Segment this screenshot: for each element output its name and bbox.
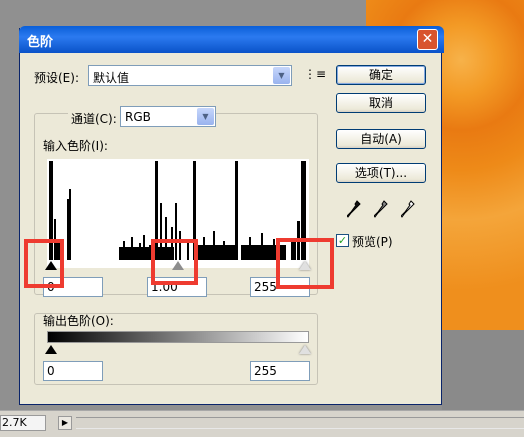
status-bar: 2.7K ▶ <box>0 410 524 437</box>
channel-value: RGB <box>125 110 151 124</box>
close-button[interactable]: ✕ <box>417 29 438 50</box>
checkmark-icon: ✓ <box>337 234 348 247</box>
title-bar[interactable]: 色阶 ✕ <box>19 26 444 53</box>
dialog-title: 色阶 <box>27 35 54 50</box>
black-eyedropper-icon[interactable] <box>347 200 361 218</box>
preset-value: 默认值 <box>93 71 130 85</box>
menu-icon[interactable]: ⋮≡ <box>304 67 326 81</box>
levels-dialog: 色阶 ✕ 预设(E): 默认值 ▼ ⋮≡ 通道(C): RGB ▼ 输入色阶(I… <box>19 26 444 405</box>
chevron-down-icon: ▼ <box>197 108 214 125</box>
output-gradient <box>47 331 309 343</box>
ok-button[interactable]: 确定 <box>336 65 426 85</box>
annotation-highlight-white <box>276 238 334 289</box>
annotation-highlight-black <box>24 239 64 288</box>
gray-eyedropper-icon[interactable] <box>374 200 388 218</box>
cancel-button[interactable]: 取消 <box>336 93 426 113</box>
annotation-highlight-gamma <box>151 239 198 285</box>
auto-button[interactable]: 自动(A) <box>336 129 426 149</box>
canvas-background-gray <box>442 330 524 410</box>
output-levels-label: 输出色阶(O): <box>43 314 114 328</box>
close-icon: ✕ <box>421 31 434 47</box>
channel-label: 通道(C): <box>68 110 120 127</box>
output-white-slider[interactable] <box>299 345 311 354</box>
white-eyedropper-icon[interactable] <box>401 200 415 218</box>
channel-select[interactable]: RGB ▼ <box>120 106 216 127</box>
horizontal-scrollbar[interactable] <box>76 417 524 429</box>
status-zoom-field[interactable]: 2.7K <box>0 415 46 431</box>
output-white-field[interactable]: 255 <box>250 361 310 381</box>
preset-select[interactable]: 默认值 ▼ <box>88 65 292 86</box>
output-black-field[interactable]: 0 <box>43 361 103 381</box>
output-black-slider[interactable] <box>45 345 57 354</box>
chevron-down-icon: ▼ <box>273 67 290 84</box>
status-menu-arrow-icon[interactable]: ▶ <box>58 416 72 430</box>
preview-label[interactable]: 预览(P) <box>352 233 393 250</box>
input-levels-label: 输入色阶(I): <box>43 139 108 153</box>
preview-checkbox[interactable]: ✓ <box>336 234 349 247</box>
preset-label: 预设(E): <box>34 71 79 85</box>
options-button[interactable]: 选项(T)... <box>336 163 426 183</box>
